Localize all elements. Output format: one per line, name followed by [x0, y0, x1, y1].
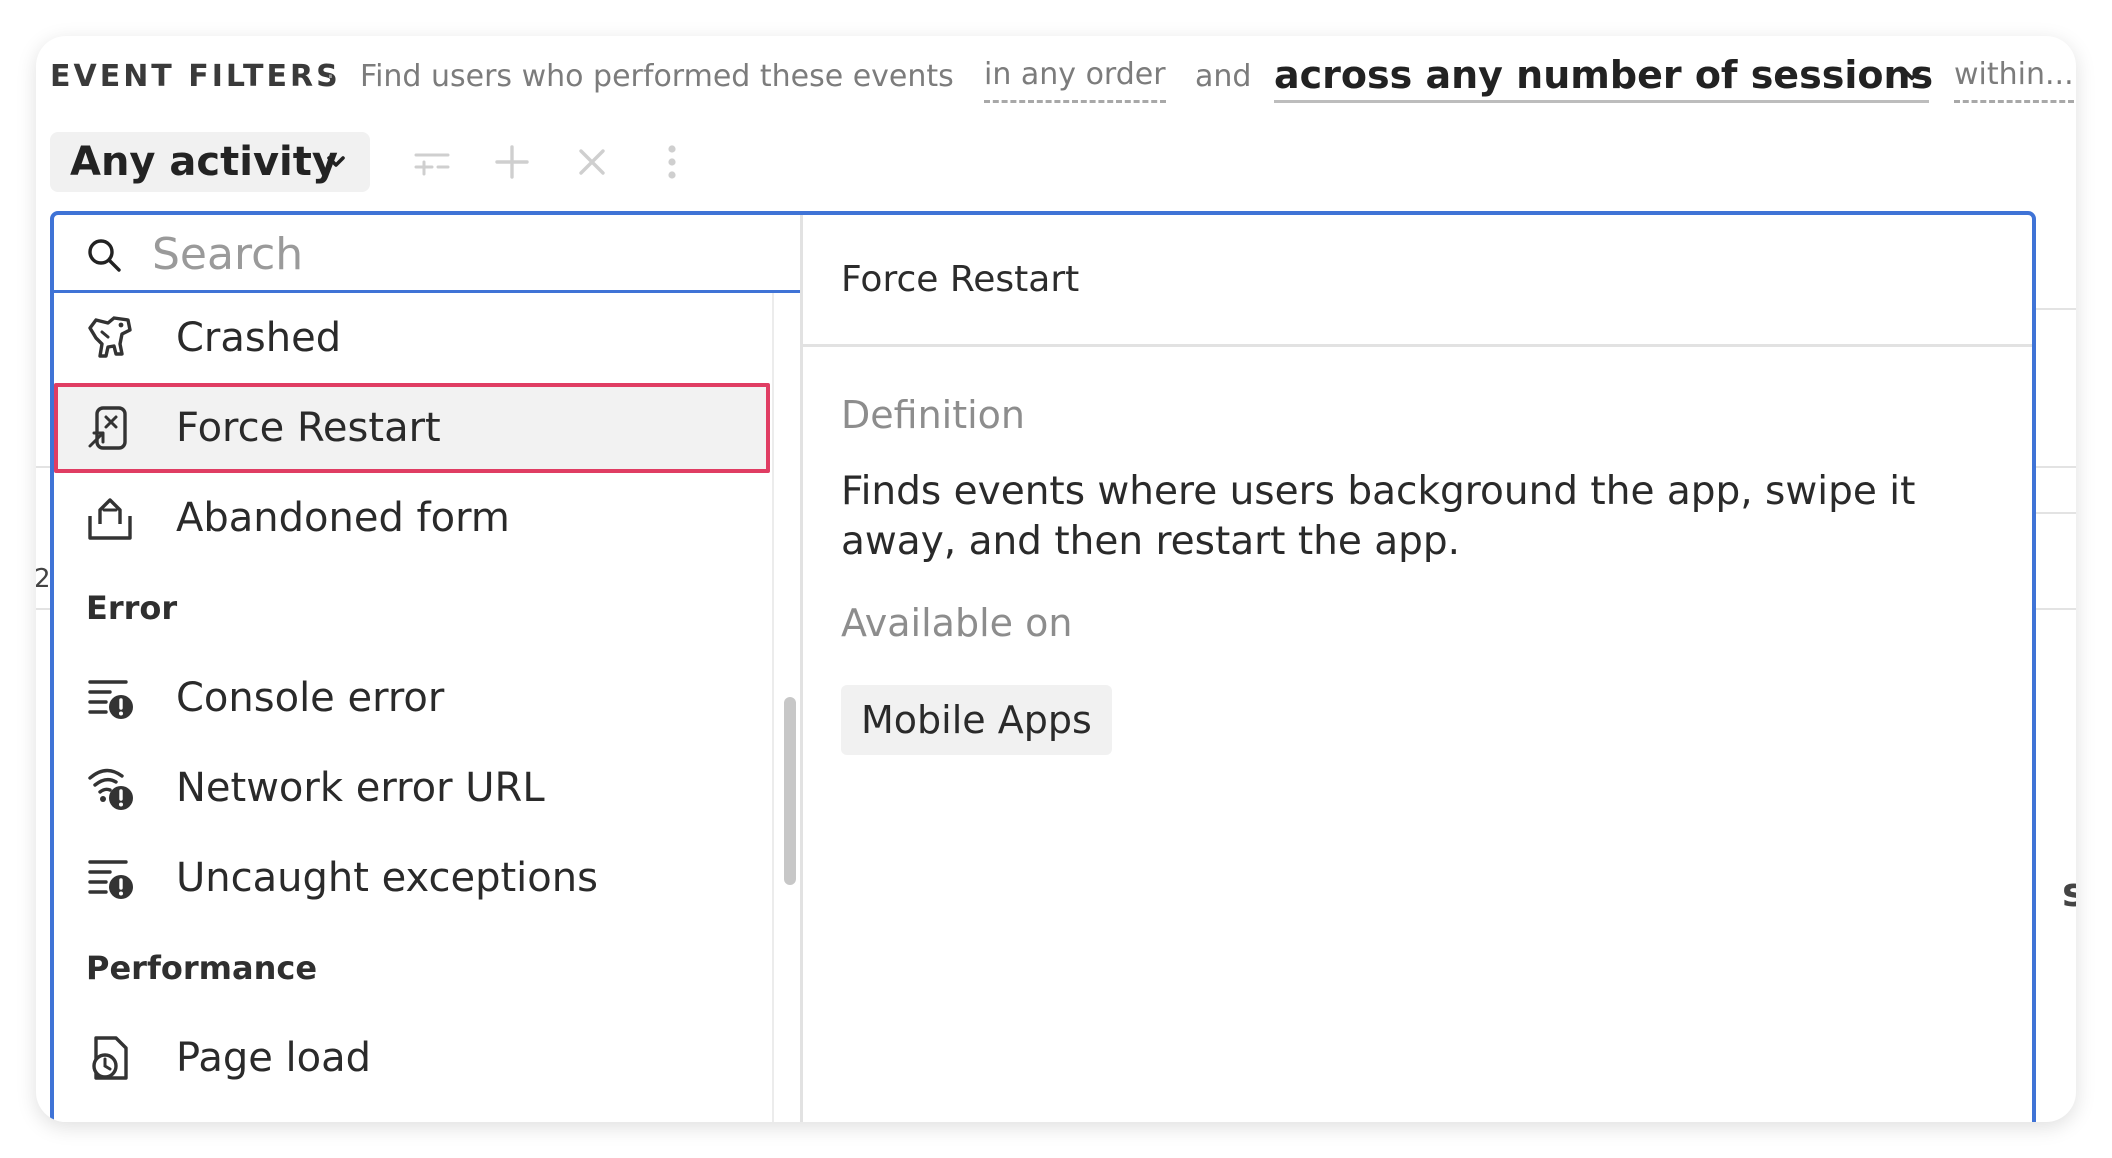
search-box: [54, 215, 800, 293]
filter-settings-button[interactable]: [412, 142, 452, 182]
scrollbar-track: [772, 293, 774, 1122]
add-filter-button[interactable]: [492, 142, 532, 182]
list-item-abandoned-form[interactable]: Abandoned form: [54, 473, 770, 563]
more-options-button[interactable]: [652, 142, 692, 182]
list-item-console-error[interactable]: Console error: [54, 653, 770, 743]
background-text-fragment: s: [2062, 870, 2076, 916]
list-item-label: Force Restart: [176, 405, 441, 451]
background-text-fragment: 2: [36, 564, 51, 594]
chevron-down-icon: [1902, 68, 1922, 81]
list-item-page-load[interactable]: Page load: [54, 1013, 770, 1103]
plus-icon: [495, 145, 529, 179]
any-activity-dropdown[interactable]: Any activity: [50, 132, 370, 192]
more-vertical-icon: [668, 145, 676, 179]
list-item-crashed[interactable]: Crashed: [54, 293, 770, 383]
list-item-network-error-url[interactable]: Network error URL: [54, 743, 770, 833]
detail-title: Force Restart: [841, 259, 1080, 300]
order-selector[interactable]: in any order: [984, 50, 1166, 103]
console-error-icon: [88, 680, 133, 719]
platform-badge: Mobile Apps: [841, 685, 1112, 755]
page-load-icon: [92, 1036, 128, 1080]
section-title: EVENT FILTERS: [50, 59, 341, 94]
list-item-label: Page load: [176, 1035, 372, 1081]
detail-divider: [803, 344, 2032, 347]
list-item-label: Uncaught exceptions: [176, 855, 598, 901]
close-icon: [579, 149, 605, 175]
within-selector[interactable]: within...: [1954, 50, 2074, 103]
list-item-label: Console error: [176, 675, 445, 721]
list-item-force-restart[interactable]: Force Restart: [54, 383, 770, 473]
list-item-label: Crashed: [176, 315, 342, 361]
definition-text: Finds events where users background the …: [841, 469, 1916, 564]
force-restart-icon: [88, 406, 127, 450]
list-item-uncaught-exceptions[interactable]: Uncaught exceptions: [54, 833, 770, 923]
definition-label: Definition: [841, 393, 1026, 437]
list-item-label: Network error URL: [176, 765, 545, 811]
search-icon: [88, 239, 121, 272]
filter-lines-icon: [414, 153, 450, 176]
list-item-label: Abandoned form: [176, 495, 510, 541]
available-on-label: Available on: [841, 601, 1073, 645]
sessions-selector-label: across any number of sessions: [1274, 53, 1934, 97]
scrollbar-thumb[interactable]: [784, 697, 796, 885]
sessions-selector[interactable]: across any number of sessions: [1274, 50, 1933, 103]
separator-dot: ·: [326, 60, 335, 93]
chevron-down-icon: [327, 156, 345, 167]
event-picker-dropdown: Crashed Force Restart Abandoned form Err…: [50, 211, 2036, 1122]
network-error-icon: [88, 768, 133, 810]
search-input[interactable]: [152, 225, 752, 283]
group-heading-error: Error: [86, 589, 178, 627]
event-filters-panel: 2 s EVENT FILTERS · Find users who perfo…: [36, 36, 2076, 1122]
dinosaur-icon: [88, 316, 132, 358]
group-heading-performance: Performance: [86, 949, 318, 987]
remove-filter-button[interactable]: [572, 142, 612, 182]
uncaught-exception-icon: [88, 860, 133, 899]
abandoned-form-icon: [88, 498, 132, 540]
connector-text: and: [1195, 59, 1252, 94]
any-activity-label: Any activity: [70, 139, 338, 185]
event-detail-panel: Force Restart Definition Finds events wh…: [803, 215, 2032, 1122]
event-list: Crashed Force Restart Abandoned form Err…: [54, 293, 770, 1122]
header-description: Find users who performed these events: [360, 59, 954, 94]
